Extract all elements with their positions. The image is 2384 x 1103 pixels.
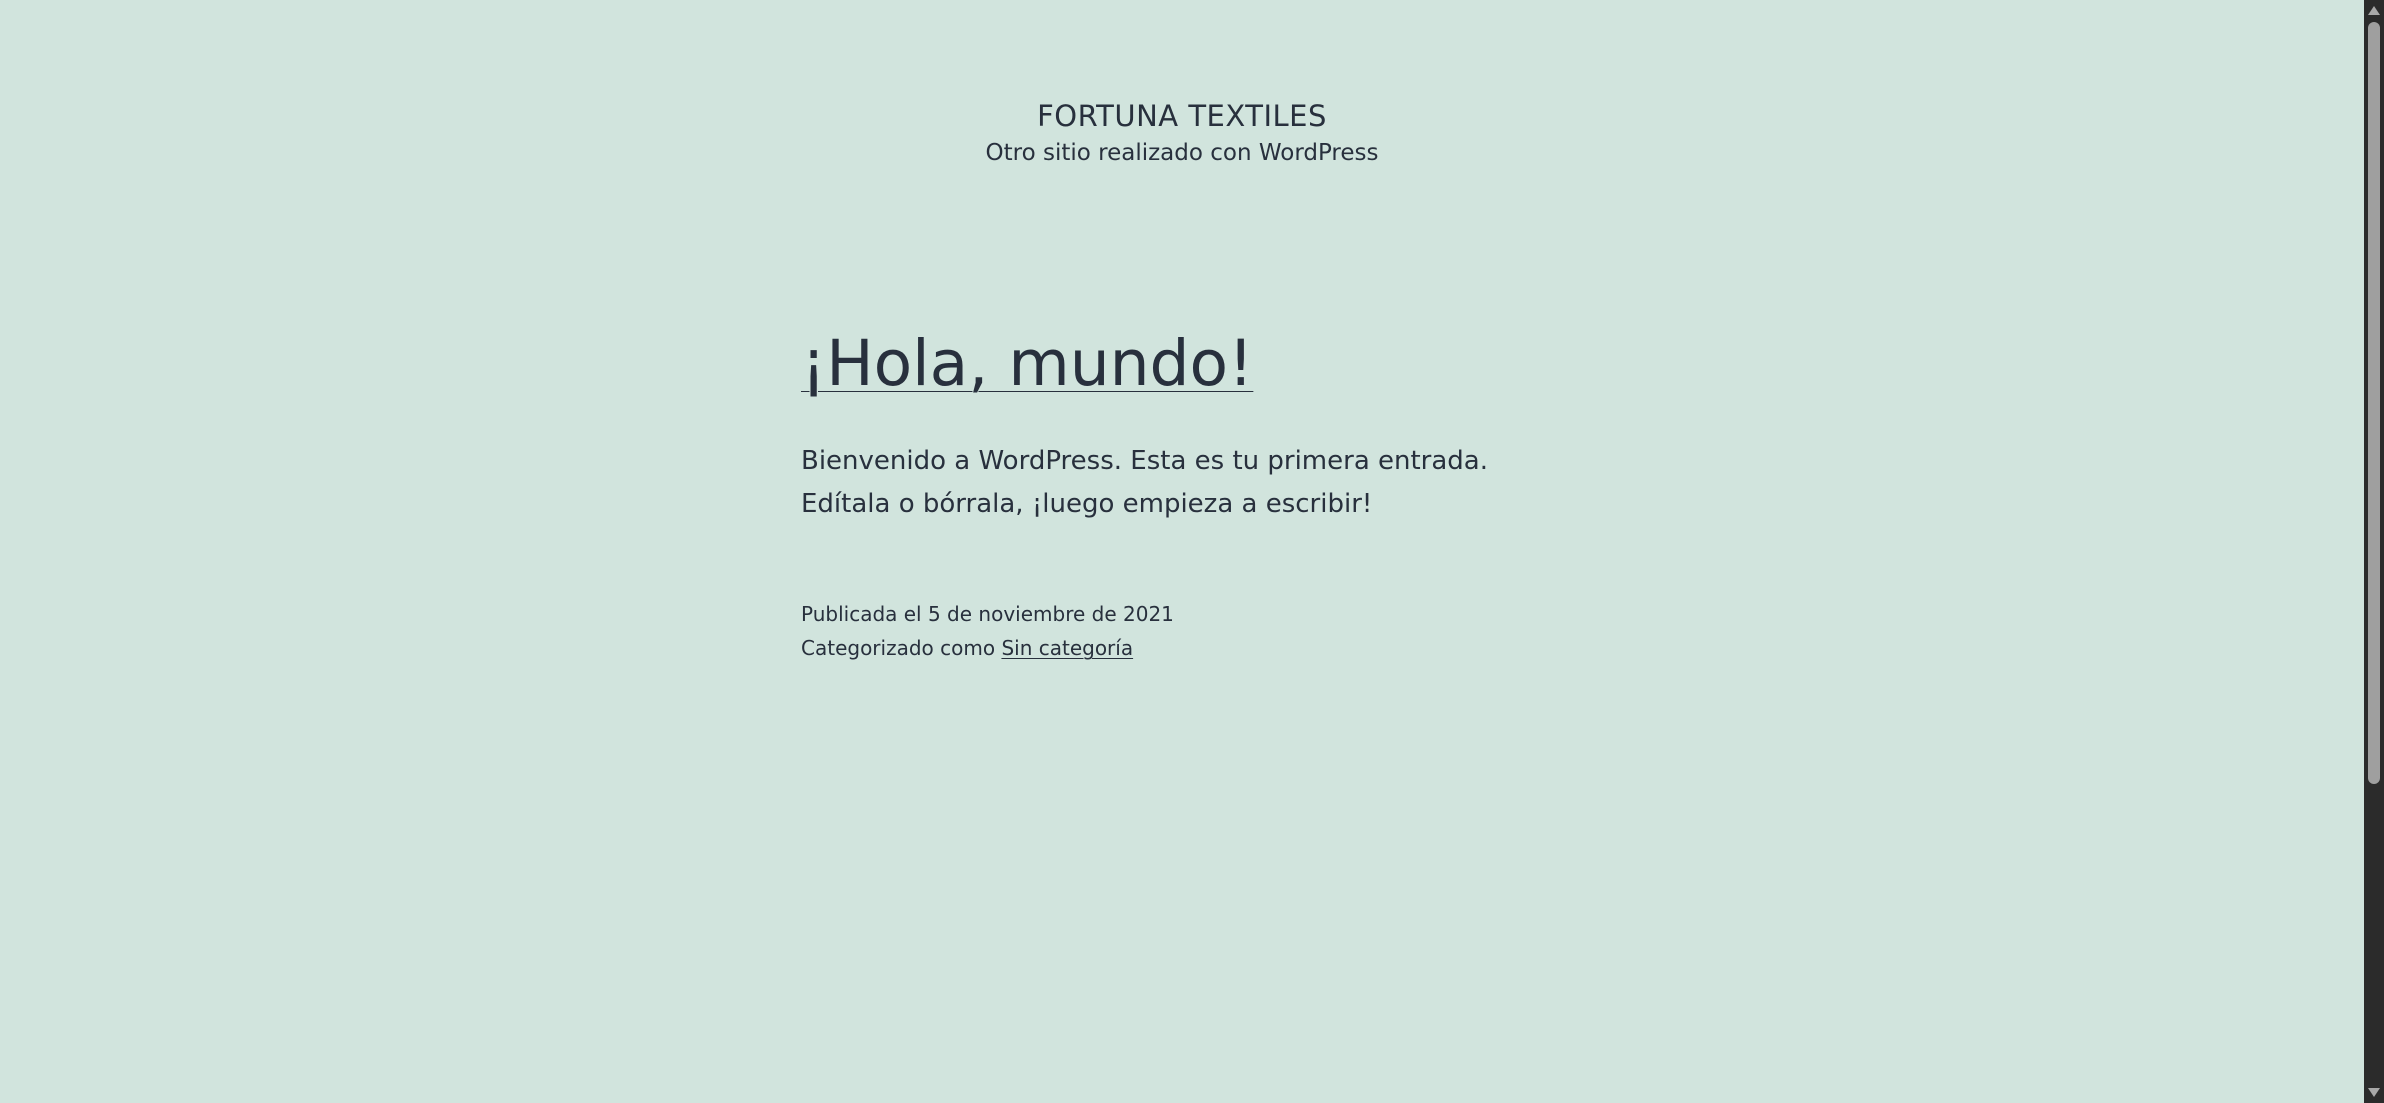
site-description: Otro sitio realizado con WordPress	[985, 140, 1379, 166]
post-entry: ¡Hola, mundo! Bienvenido a WordPress. Es…	[801, 322, 1521, 665]
content-area: FORTUNA TEXTILES Otro sitio realizado co…	[0, 0, 2364, 1103]
scroll-up-arrow-icon[interactable]	[2368, 6, 2380, 15]
site-title-link[interactable]: FORTUNA TEXTILES	[1037, 96, 1327, 136]
post-published-date: Publicada el 5 de noviembre de 2021	[801, 602, 1174, 626]
scrollbar-thumb[interactable]	[2368, 22, 2380, 784]
scroll-down-arrow-icon[interactable]	[2368, 1088, 2380, 1097]
post-title-link[interactable]: ¡Hola, mundo!	[801, 322, 1253, 406]
post-content: Bienvenido a WordPress. Esta es tu prime…	[801, 446, 1489, 519]
page: FORTUNA TEXTILES Otro sitio realizado co…	[0, 0, 2384, 1103]
site-header: FORTUNA TEXTILES Otro sitio realizado co…	[0, 96, 2364, 170]
category-prefix: Categorizado como	[801, 636, 996, 660]
post-categories: Categorizado como Sin categoría	[801, 631, 1521, 665]
vertical-scrollbar[interactable]	[2364, 0, 2384, 1103]
category-link-sin-categoria[interactable]: Sin categoría	[1001, 636, 1133, 660]
post-footer: Publicada el 5 de noviembre de 2021 Cate…	[801, 597, 1521, 665]
